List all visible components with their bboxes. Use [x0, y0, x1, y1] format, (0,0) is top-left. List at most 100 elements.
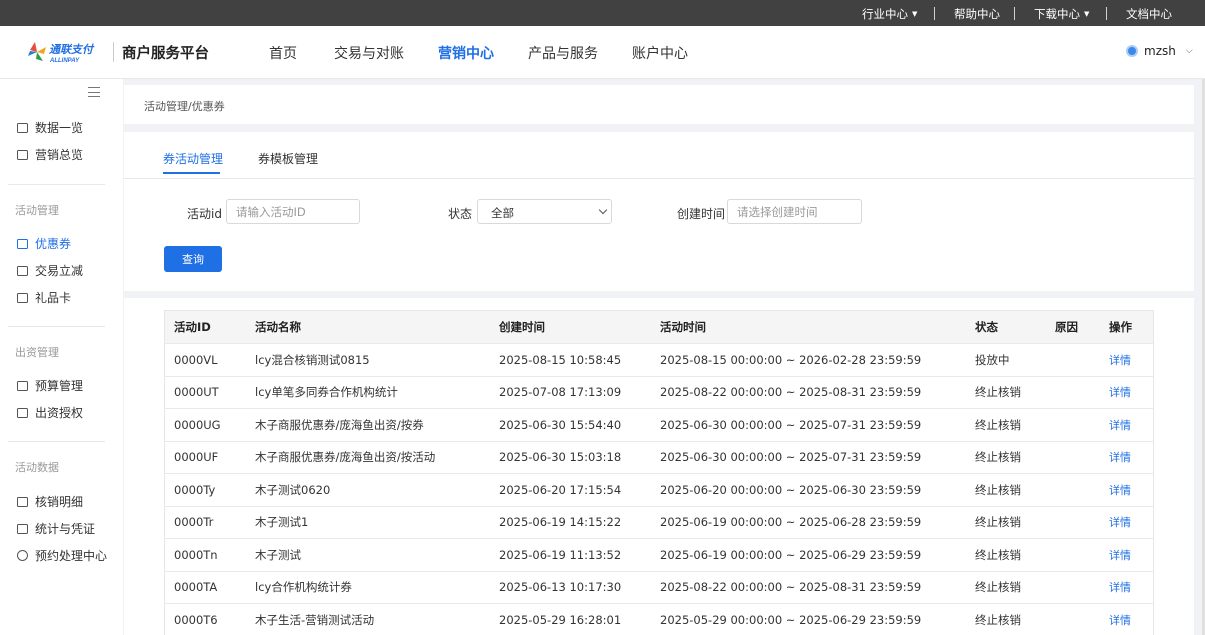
cell-status: 终止核销 [975, 385, 1021, 400]
nav-home[interactable]: 首页 [269, 43, 297, 63]
discount-icon [17, 265, 28, 276]
allinpay-logo-icon: 通联支付 ALLINPAY [28, 42, 95, 64]
divider [934, 7, 935, 20]
detail-link[interactable]: 详情 [1109, 507, 1131, 539]
cell-activity-name: 木子商服优惠券/庞海鱼出资/按券 [255, 417, 424, 432]
budget-icon [17, 380, 28, 391]
sidebar-item-stats[interactable]: 统计与凭证 [17, 520, 95, 537]
caret-down-icon: ▼ [912, 10, 918, 18]
clock-icon [17, 550, 28, 561]
header-reason: 原因 [1055, 320, 1078, 334]
activity-table: 活动ID 活动名称 创建时间 活动时间 状态 原因 操作 0000VL lcy混合… [164, 310, 1154, 635]
sidebar-item-data-overview[interactable]: 数据一览 [17, 119, 83, 136]
table-card: 活动ID 活动名称 创建时间 活动时间 状态 原因 操作 0000VL lcy混合… [124, 298, 1194, 635]
create-time-label: 创建时间 [677, 207, 726, 221]
table-row: 0000TA lcy合作机构统计券 2025-06-13 10:17:30 2025-… [165, 572, 1153, 604]
cell-activity-name: lcy混合核销测试0815 [255, 352, 370, 367]
industry-center-menu[interactable]: 行业中心 ▼ [862, 0, 917, 26]
sidebar-item-marketing-overview[interactable]: 营销总览 [17, 146, 83, 163]
download-center-menu[interactable]: 下载中心 ▼ [1034, 0, 1089, 26]
cell-activity-id: 0000TA [174, 580, 218, 595]
header-action: 操作 [1109, 320, 1132, 334]
activity-id-input[interactable] [226, 199, 360, 224]
cell-created-time: 2025-06-30 15:54:40 [499, 417, 622, 432]
cell-activity-time: 2025-06-19 00:00:00 ~ 2025-06-29 23:59:5… [660, 547, 922, 562]
svg-text:通联支付: 通联支付 [49, 43, 95, 56]
check-icon [17, 523, 28, 534]
sidebar: 数据一览 营销总览 活动管理 优惠券 交易立减 礼品卡 出资管理 预算管理 出资… [0, 79, 123, 635]
table-row: 0000UF 木子商服优惠券/庞海鱼出资/按活动 2025-06-30 15:03:… [165, 442, 1153, 474]
detail-link[interactable]: 详情 [1109, 442, 1131, 474]
detail-link[interactable]: 详情 [1109, 604, 1131, 635]
cell-status: 终止核销 [975, 417, 1021, 432]
cell-activity-name: 木子测试0620 [255, 482, 331, 497]
detail-link[interactable]: 详情 [1109, 539, 1131, 571]
header-activity-id: 活动ID [174, 320, 211, 334]
cell-created-time: 2025-08-15 10:58:45 [499, 352, 622, 367]
sidebar-item-gift-card[interactable]: 礼品卡 [17, 289, 71, 306]
nav-account[interactable]: 账户中心 [632, 43, 688, 63]
platform-title: 商户服务平台 [122, 46, 209, 62]
filter-card: 券活动管理 券模板管理 活动id 状态 全部 创建时间 查询 [124, 132, 1194, 291]
sidebar-divider [8, 441, 105, 442]
sidebar-item-coupons[interactable]: 优惠券 [17, 235, 71, 252]
detail-link[interactable]: 详情 [1109, 474, 1131, 506]
tab-coupon-template[interactable]: 券模板管理 [258, 150, 318, 167]
sidebar-item-budget[interactable]: 预算管理 [17, 377, 83, 394]
help-center-link[interactable]: 帮助中心 [954, 0, 1000, 26]
gift-card-icon [17, 292, 28, 303]
nav-products[interactable]: 产品与服务 [528, 43, 598, 63]
table-row: 0000VL lcy混合核销测试0815 2025-08-15 10:58:45 20… [165, 344, 1153, 377]
detail-link[interactable]: 详情 [1109, 377, 1131, 409]
allinpay-logo[interactable]: 通联支付 ALLINPAY [26, 40, 106, 66]
cell-activity-time: 2025-08-15 00:00:00 ~ 2026-02-28 23:59:5… [660, 352, 922, 367]
docs-center-link[interactable]: 文档中心 [1126, 0, 1172, 26]
cell-activity-id: 0000UT [174, 385, 219, 400]
table-row: 0000T6 木子生活-营销测试活动 2025-05-29 16:28:01 2025… [165, 604, 1153, 635]
chevron-down-icon [598, 205, 608, 215]
sidebar-item-redemption-details[interactable]: 核销明细 [17, 493, 83, 510]
cell-activity-time: 2025-06-19 00:00:00 ~ 2025-06-28 23:59:5… [660, 515, 922, 530]
header-status: 状态 [975, 320, 998, 334]
header-created-time: 创建时间 [499, 320, 545, 334]
cell-activity-id: 0000T6 [174, 612, 218, 627]
cell-activity-id: 0000Ty [174, 482, 216, 497]
table-row: 0000UG 木子商服优惠券/庞海鱼出资/按券 2025-06-30 15:54:4… [165, 409, 1153, 442]
sidebar-item-instant-discount[interactable]: 交易立减 [17, 262, 83, 279]
cell-activity-id: 0000Tn [174, 547, 218, 562]
top-utility-bar: 行业中心 ▼ 帮助中心 下载中心 ▼ 文档中心 [0, 0, 1205, 26]
cell-status: 终止核销 [975, 450, 1021, 465]
status-select-value: 全部 [491, 206, 514, 220]
nav-marketing[interactable]: 营销中心 [438, 43, 494, 63]
cell-activity-name: 木子测试 [255, 547, 301, 562]
cell-created-time: 2025-06-20 17:15:54 [499, 482, 622, 497]
cell-activity-id: 0000Tr [174, 515, 214, 530]
query-button[interactable]: 查询 [164, 246, 222, 272]
cell-status: 投放中 [975, 352, 1010, 367]
user-menu[interactable]: mzsh ⌵ [1126, 44, 1193, 58]
username: mzsh [1144, 44, 1176, 58]
detail-link[interactable]: 详情 [1109, 409, 1131, 441]
activity-id-label: 活动id [187, 207, 222, 221]
cell-activity-time: 2025-08-22 00:00:00 ~ 2025-08-31 23:59:5… [660, 580, 922, 595]
cell-status: 终止核销 [975, 482, 1021, 497]
table-header-row: 活动ID 活动名称 创建时间 活动时间 状态 原因 操作 [165, 311, 1153, 344]
svg-text:ALLINPAY: ALLINPAY [49, 58, 80, 64]
divider [1106, 7, 1107, 20]
table-row: 0000Ty 木子测试0620 2025-06-20 17:15:54 2025-06… [165, 474, 1153, 507]
status-select[interactable]: 全部 [477, 199, 612, 224]
sidebar-divider [8, 326, 105, 327]
sidebar-item-funding-auth[interactable]: 出资授权 [17, 404, 83, 421]
sidebar-item-reservation[interactable]: 预约处理中心 [17, 547, 107, 564]
cell-created-time: 2025-07-08 17:13:09 [499, 385, 622, 400]
detail-link[interactable]: 详情 [1109, 572, 1131, 604]
sidebar-divider [8, 184, 105, 185]
tab-coupon-activity[interactable]: 券活动管理 [163, 150, 223, 167]
create-time-picker[interactable] [727, 199, 862, 224]
avatar [1126, 45, 1138, 57]
detail-link[interactable]: 详情 [1109, 344, 1131, 376]
nav-transactions[interactable]: 交易与对账 [334, 43, 404, 63]
menu-toggle-icon[interactable] [88, 87, 100, 97]
chevron-down-icon: ⌵ [1185, 46, 1193, 56]
cell-activity-time: 2025-08-22 00:00:00 ~ 2025-08-31 23:59:5… [660, 385, 922, 400]
